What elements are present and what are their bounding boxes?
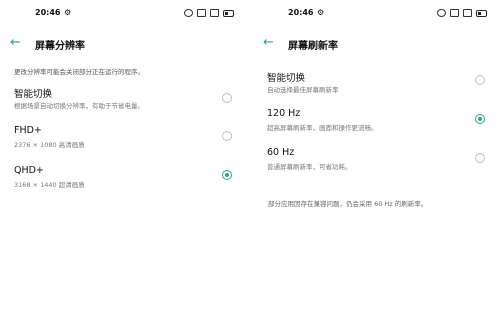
resolution-description: 更改分辨率可能会关闭部分正在运行的程序。 <box>14 68 144 76</box>
option-subtitle: 2376 × 1080 高清画质 <box>14 141 85 149</box>
option-subtitle: 根据场景自动切换分辨率，有助于节省电量。 <box>14 102 144 110</box>
page-title: 屏幕刷新率 <box>288 41 338 52</box>
sim-icon <box>463 9 472 17</box>
radio-120hz[interactable] <box>475 114 485 124</box>
back-arrow-icon[interactable]: ← <box>263 36 274 49</box>
status-icons <box>184 9 234 17</box>
option-title: 120 Hz <box>267 108 301 119</box>
option-smart-switch[interactable]: 智能切换 自动选择最佳屏幕刷新率 <box>253 70 499 102</box>
option-title: 智能切换 <box>267 73 306 84</box>
status-bar: 20:46 ⚙ <box>0 8 246 20</box>
option-60hz[interactable]: 60 Hz 普通屏幕刷新率，可省功耗。 <box>253 147 499 179</box>
refresh-rate-footnote: 部分应用因存在兼容问题，仍会采用 60 Hz 的刷新率。 <box>268 200 428 208</box>
option-subtitle: 超高屏幕刷新率，画面和操作更流畅。 <box>267 124 378 132</box>
option-fhd[interactable]: FHD+ 2376 × 1080 高清画质 <box>0 125 246 157</box>
radio-60hz[interactable] <box>475 153 485 163</box>
wifi-icon <box>197 9 206 17</box>
radio-qhd[interactable] <box>222 170 232 180</box>
page-title: 屏幕分辨率 <box>35 41 85 52</box>
option-title: FHD+ <box>14 125 42 136</box>
gear-icon: ⚙ <box>317 8 325 17</box>
signal-icon <box>184 9 193 17</box>
battery-icon <box>223 9 234 17</box>
header: ← 屏幕分辨率 <box>0 36 246 52</box>
status-time: 20:46 <box>288 8 314 17</box>
option-qhd[interactable]: QHD+ 3168 × 1440 超清画质 <box>0 165 246 197</box>
sim-icon <box>210 9 219 17</box>
option-120hz[interactable]: 120 Hz 超高屏幕刷新率，画面和操作更流畅。 <box>253 108 499 140</box>
radio-smart-switch[interactable] <box>222 93 232 103</box>
status-time: 20:46 <box>35 8 61 17</box>
refresh-rate-screen: 20:46 ⚙ ← 屏幕刷新率 智能切换 自动选择最佳屏幕刷新率 120 Hz … <box>253 0 499 333</box>
radio-fhd[interactable] <box>222 131 232 141</box>
resolution-screen: 20:46 ⚙ ← 屏幕分辨率 更改分辨率可能会关闭部分正在运行的程序。 智能切… <box>0 0 246 333</box>
option-title: QHD+ <box>14 165 44 176</box>
signal-icon <box>437 9 446 17</box>
option-subtitle: 3168 × 1440 超清画质 <box>14 181 85 189</box>
option-subtitle: 自动选择最佳屏幕刷新率 <box>267 86 339 94</box>
radio-smart-switch[interactable] <box>475 75 485 85</box>
header: ← 屏幕刷新率 <box>253 36 499 52</box>
status-bar: 20:46 ⚙ <box>253 8 499 20</box>
option-title: 60 Hz <box>267 147 295 158</box>
option-smart-switch[interactable]: 智能切换 根据场景自动切换分辨率，有助于节省电量。 <box>0 86 246 118</box>
gear-icon: ⚙ <box>64 8 72 17</box>
battery-icon <box>476 9 487 17</box>
wifi-icon <box>450 9 459 17</box>
back-arrow-icon[interactable]: ← <box>10 36 21 49</box>
option-subtitle: 普通屏幕刷新率，可省功耗。 <box>267 163 352 171</box>
status-icons <box>437 9 487 17</box>
option-title: 智能切换 <box>14 89 53 100</box>
